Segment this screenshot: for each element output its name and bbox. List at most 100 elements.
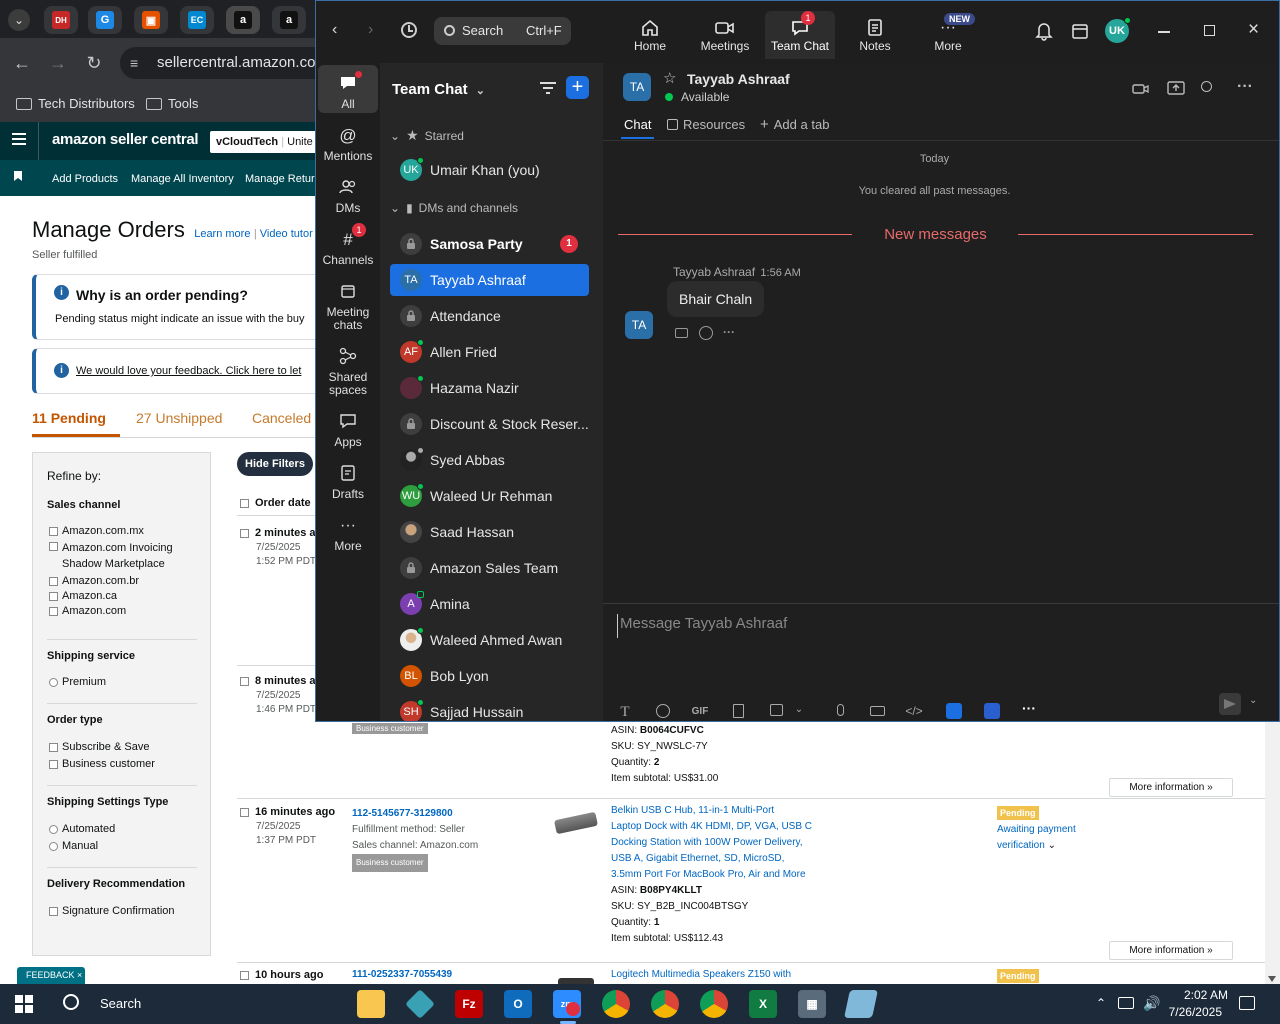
page-scrollbar[interactable] bbox=[1265, 722, 1280, 984]
learn-more-link[interactable]: Learn more bbox=[194, 228, 250, 240]
message-bubble[interactable]: Bhair Chaln bbox=[667, 281, 765, 317]
scroll-down-arrow-icon[interactable] bbox=[1268, 976, 1276, 982]
more-information-button[interactable]: More information » bbox=[1109, 778, 1233, 797]
chat-item-waleed-ahmed-awan[interactable]: Waleed Ahmed Awan bbox=[390, 624, 589, 656]
rail-more[interactable]: ··· More bbox=[318, 513, 378, 553]
windows-start-icon[interactable] bbox=[15, 995, 33, 1013]
rail-all[interactable]: All bbox=[318, 65, 378, 113]
send-options-chevron-icon[interactable]: ⌄ bbox=[1249, 695, 1257, 706]
add-tab-button[interactable]: + Add a tab bbox=[760, 116, 829, 133]
video-tutorial-link[interactable]: Video tutor bbox=[260, 228, 313, 240]
chat-item-allen-fried[interactable]: AF Allen Fried bbox=[390, 336, 589, 368]
tab-resources[interactable]: Resources bbox=[667, 117, 745, 132]
reload-icon[interactable]: ↻ bbox=[83, 52, 105, 74]
feedback-button[interactable]: FEEDBACK × bbox=[17, 967, 85, 984]
nav-add-products[interactable]: Add Products bbox=[52, 173, 118, 185]
filter-option[interactable]: Manual bbox=[49, 840, 98, 852]
chevron-down-icon[interactable]: ⌄ bbox=[788, 704, 810, 715]
chat-item-discount-stock[interactable]: Discount & Stock Reser... bbox=[390, 408, 589, 440]
order-checkbox[interactable] bbox=[240, 808, 249, 817]
maximize-icon[interactable] bbox=[1204, 25, 1215, 36]
more-options-icon[interactable]: ··· bbox=[1237, 78, 1253, 96]
rail-dms[interactable]: DMs bbox=[318, 175, 378, 215]
filter-option[interactable]: Business customer bbox=[49, 758, 155, 770]
file-explorer-icon[interactable] bbox=[357, 990, 385, 1018]
chat-item-bob-lyon[interactable]: BL Bob Lyon bbox=[390, 660, 589, 692]
site-info-icon[interactable]: ≡ bbox=[130, 47, 138, 79]
checkbox[interactable] bbox=[49, 760, 58, 769]
product-title-line[interactable]: 3.5mm Port For MacBook Pro, Air and More bbox=[611, 867, 812, 883]
chat-item-amina[interactable]: A Amina bbox=[390, 588, 589, 620]
select-all-checkbox[interactable] bbox=[240, 499, 249, 508]
checkbox[interactable] bbox=[49, 907, 58, 916]
checkbox[interactable] bbox=[49, 607, 58, 616]
favorite-star-icon[interactable]: ☆ bbox=[663, 69, 676, 87]
nav-meetings[interactable]: Meetings bbox=[690, 11, 760, 59]
excel-icon[interactable]: X bbox=[749, 990, 777, 1018]
rail-apps[interactable]: Apps bbox=[318, 409, 378, 449]
close-window-icon[interactable]: × bbox=[1248, 19, 1259, 41]
text-format-icon[interactable]: T bbox=[614, 704, 636, 721]
tab-chat[interactable]: Chat bbox=[624, 117, 651, 132]
browser-tab[interactable]: a bbox=[272, 6, 306, 34]
volume-icon[interactable]: 🔊 bbox=[1143, 995, 1160, 1012]
video-message-icon[interactable] bbox=[866, 704, 888, 719]
back-arrow-icon[interactable]: ← bbox=[11, 52, 33, 74]
emoji-reaction-icon[interactable] bbox=[699, 326, 713, 340]
outlook-icon[interactable]: O bbox=[504, 990, 532, 1018]
calculator-icon[interactable]: ▦ bbox=[798, 990, 826, 1018]
back-arrow-icon[interactable]: ‹ bbox=[332, 21, 337, 39]
bell-icon[interactable] bbox=[1035, 21, 1053, 44]
rail-shared-spaces[interactable]: Shared spaces bbox=[318, 344, 378, 397]
message-input[interactable]: Message Tayyab Ashraaf bbox=[617, 614, 1267, 638]
file-icon[interactable] bbox=[727, 704, 749, 721]
order-id-link[interactable]: 112-5145677-3129800 bbox=[352, 806, 478, 822]
filter-option[interactable]: Amazon.com.br bbox=[49, 575, 199, 587]
tab-pending[interactable]: 11 Pending bbox=[32, 410, 106, 426]
feedback-link[interactable]: We would love your feedback. Click here … bbox=[76, 365, 301, 377]
filter-option[interactable]: Amazon.com Invoicing Shadow Marketplace bbox=[49, 540, 199, 572]
forward-arrow-icon[interactable]: → bbox=[47, 52, 69, 74]
calendar-icon[interactable] bbox=[1071, 22, 1089, 43]
browser-tab[interactable]: DH bbox=[44, 6, 78, 34]
nav-notes[interactable]: Notes bbox=[840, 11, 910, 59]
browser-tab-active[interactable]: a bbox=[226, 6, 260, 34]
rail-drafts[interactable]: Drafts bbox=[318, 461, 378, 501]
bookmark-folder-tools[interactable]: Tools bbox=[146, 92, 198, 116]
chat-item-self[interactable]: UK Umair Khan (you) bbox=[390, 154, 589, 186]
more-options-icon[interactable]: ··· bbox=[1018, 700, 1040, 716]
close-icon[interactable]: × bbox=[77, 970, 82, 980]
browser-tab[interactable]: G bbox=[88, 6, 122, 34]
dms-section-header[interactable]: ⌄ ▮ DMs and channels bbox=[390, 201, 518, 215]
chat-item-waleed-ur-rehman[interactable]: WU Waleed Ur Rehman bbox=[390, 480, 589, 512]
starred-section-header[interactable]: ⌄ ★ Starred bbox=[390, 127, 464, 144]
browser-tab[interactable]: ▣ bbox=[134, 6, 168, 34]
filter-icon[interactable] bbox=[540, 82, 556, 94]
clock-date[interactable]: 7/26/2025 bbox=[1160, 1005, 1222, 1019]
filter-option[interactable]: Amazon.ca bbox=[49, 590, 199, 602]
chrome-icon[interactable] bbox=[651, 990, 679, 1018]
history-icon[interactable] bbox=[401, 22, 417, 38]
store-selector[interactable]: vCloudTech | Unite bbox=[210, 131, 320, 153]
filter-option[interactable]: Amazon.com.mx bbox=[49, 525, 199, 537]
chrome-icon[interactable] bbox=[700, 990, 728, 1018]
chrome-icon[interactable] bbox=[602, 990, 630, 1018]
contact-name[interactable]: Tayyab Ashraaf bbox=[687, 71, 790, 87]
checkbox[interactable] bbox=[49, 743, 58, 752]
browser-tab[interactable]: EC bbox=[180, 6, 214, 34]
search-chat-icon[interactable] bbox=[1201, 81, 1212, 92]
bookmark-icon[interactable] bbox=[14, 171, 22, 181]
gif-button[interactable]: GIF bbox=[689, 706, 711, 717]
app-integration-icon[interactable] bbox=[943, 703, 965, 721]
radio[interactable] bbox=[49, 678, 58, 687]
nav-more[interactable]: ··· More NEW bbox=[913, 11, 983, 59]
chat-item-tayyab-ashraaf[interactable]: TA Tayyab Ashraaf bbox=[390, 264, 589, 296]
filter-option[interactable]: Premium bbox=[49, 676, 106, 688]
nav-home[interactable]: Home bbox=[615, 11, 685, 59]
product-title-line[interactable]: Laptop Dock with 4K HDMI, DP, VGA, USB C bbox=[611, 819, 812, 835]
rail-meeting-chats[interactable]: Meeting chats bbox=[318, 279, 378, 332]
status-detail-toggle[interactable]: verification ⌄ bbox=[997, 838, 1076, 854]
filter-option[interactable]: Subscribe & Save bbox=[49, 741, 149, 753]
order-checkbox[interactable] bbox=[240, 677, 249, 686]
chat-item-syed-abbas[interactable]: Syed Abbas bbox=[390, 444, 589, 476]
